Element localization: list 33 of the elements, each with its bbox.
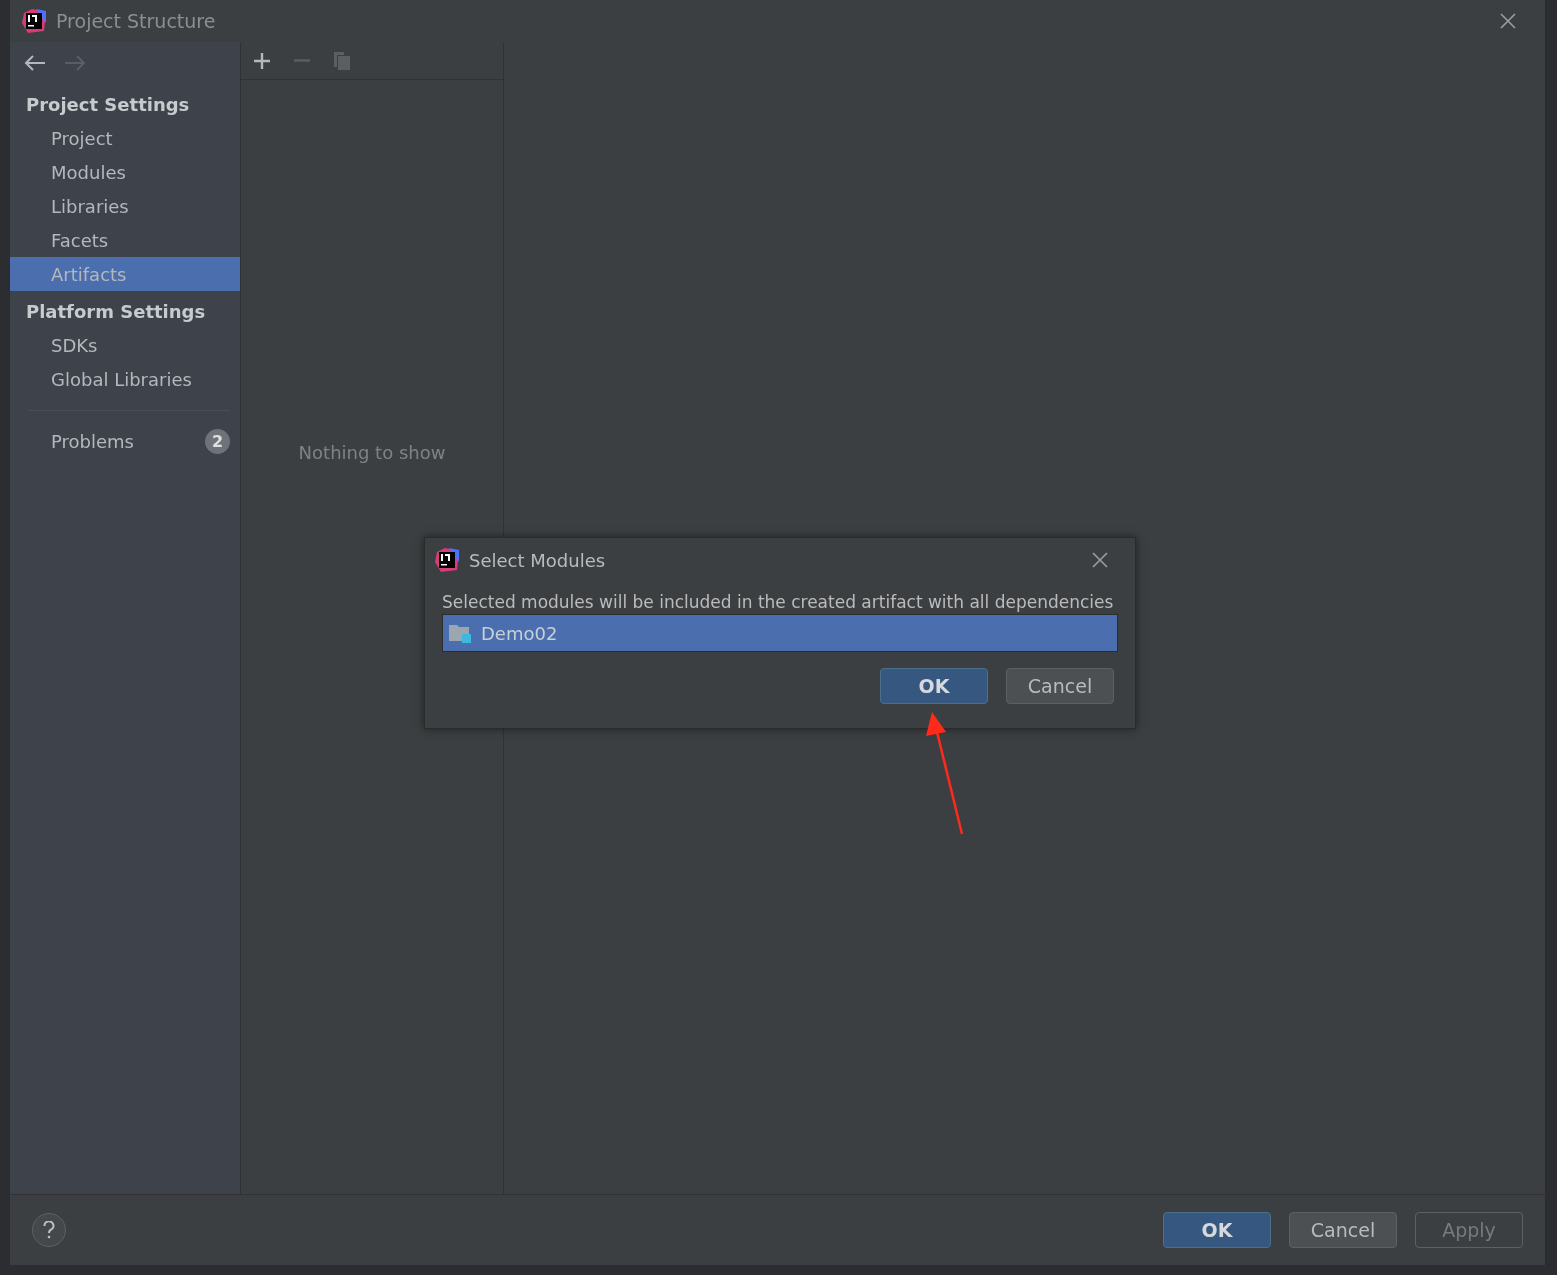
copy-icon: [333, 50, 351, 71]
module-name: Demo02: [481, 622, 558, 644]
count-badge: 2: [205, 428, 230, 454]
dialog-message: Selected modules will be included in the created artifact with all dependencies: [441, 591, 1115, 614]
sidebar-item[interactable]: Global Libraries: [10, 362, 240, 396]
empty-text: Nothing to show: [298, 441, 446, 463]
module-folder-icon: [449, 623, 473, 643]
help-button[interactable]: [32, 1213, 66, 1247]
forward-arrow-icon: [64, 55, 86, 71]
dialog-button[interactable]: Cancel: [1289, 1212, 1397, 1248]
minus-icon: [293, 59, 311, 62]
dialog-button[interactable]: OK: [1163, 1212, 1271, 1248]
dialog-title: Select Modules: [469, 549, 606, 571]
close-icon: [1499, 12, 1517, 30]
sidebar-item[interactable]: Problems: [51, 430, 134, 452]
plus-icon: [253, 51, 271, 70]
back-arrow-icon: [24, 55, 46, 71]
dialog-button[interactable]: Cancel: [1006, 668, 1114, 704]
app-logo-icon: [22, 9, 46, 33]
sidebar-item[interactable]: SDKs: [10, 328, 240, 362]
close-icon: [1091, 551, 1109, 569]
window-title: Project Structure: [56, 10, 216, 32]
dialog-button[interactable]: OK: [880, 668, 988, 704]
sidebar-item[interactable]: Facets: [10, 223, 240, 257]
section-title: Platform Settings: [25, 300, 207, 324]
section-title: Project Settings: [25, 93, 191, 117]
module-row[interactable]: Demo02: [443, 615, 1117, 651]
sidebar-item[interactable]: Modules: [10, 155, 240, 189]
sidebar-item[interactable]: Libraries: [10, 189, 240, 223]
sidebar-item[interactable]: Project: [10, 121, 240, 155]
app-logo-icon: [435, 548, 459, 572]
back-button[interactable]: [22, 53, 48, 73]
question-icon: [43, 1221, 55, 1239]
